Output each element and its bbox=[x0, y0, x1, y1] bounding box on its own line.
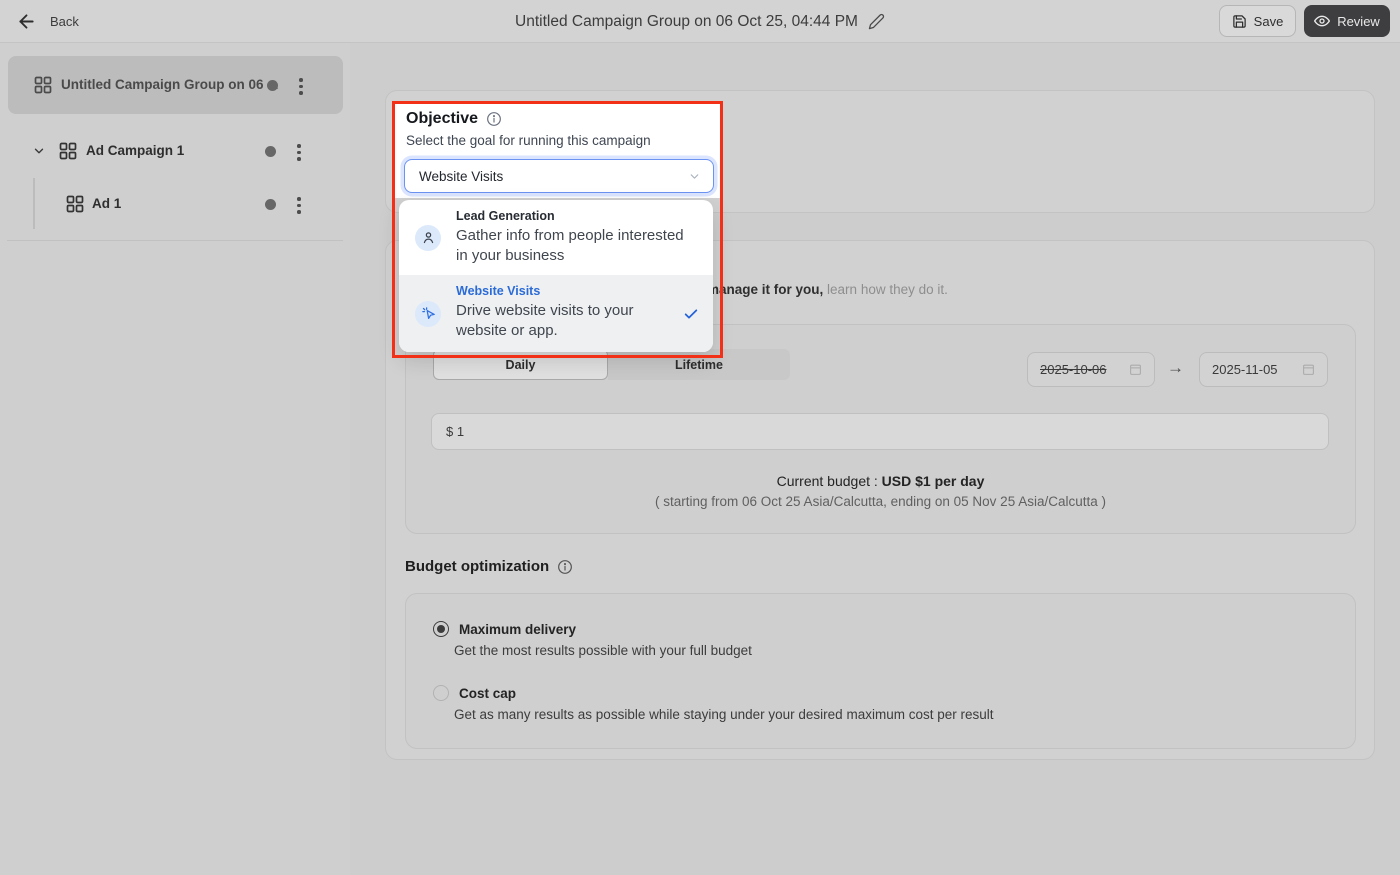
review-label: Review bbox=[1337, 14, 1380, 29]
radio-selected-icon bbox=[433, 621, 449, 637]
start-date-value: 2025-10-06 bbox=[1040, 362, 1107, 377]
end-date-field[interactable]: 2025-11-05 bbox=[1199, 352, 1328, 387]
budget-helper-text: manage it for you, learn how they do it. bbox=[707, 282, 948, 297]
objective-section: Objective Select the goal for running th… bbox=[395, 104, 721, 198]
sidebar-item-label: Ad Campaign 1 bbox=[86, 143, 184, 158]
tab-daily[interactable]: Daily bbox=[433, 349, 608, 380]
learn-how-link[interactable]: learn how they do it. bbox=[827, 282, 948, 297]
objective-select[interactable]: Website Visits bbox=[404, 159, 714, 193]
person-icon bbox=[415, 225, 441, 251]
end-date-value: 2025-11-05 bbox=[1212, 362, 1278, 377]
check-icon bbox=[683, 306, 699, 322]
radio-cost-cap[interactable]: Cost cap bbox=[433, 685, 516, 701]
cursor-icon bbox=[415, 301, 441, 327]
chevron-down-icon[interactable] bbox=[32, 144, 46, 158]
review-button[interactable]: Review bbox=[1304, 5, 1390, 37]
sidebar-item-label: Ad 1 bbox=[92, 196, 121, 211]
campaign-tree-sidebar: Untitled Campaign Group on 06 ... Ad Cam… bbox=[0, 43, 350, 875]
chevron-down-icon bbox=[688, 170, 701, 183]
sidebar-divider bbox=[7, 240, 343, 241]
grid-icon bbox=[66, 195, 84, 213]
eye-icon bbox=[1314, 13, 1330, 29]
save-button[interactable]: Save bbox=[1219, 5, 1296, 37]
current-budget-range: ( starting from 06 Oct 25 Asia/Calcutta,… bbox=[405, 494, 1356, 509]
option-title: Lead Generation bbox=[456, 209, 555, 223]
back-label: Back bbox=[50, 14, 79, 29]
radio-maximum-delivery[interactable]: Maximum delivery bbox=[433, 621, 576, 637]
radio-unselected-icon bbox=[433, 685, 449, 701]
budget-optimization-heading: Budget optimization bbox=[405, 558, 573, 575]
budget-optimization-panel: Maximum delivery Get the most results po… bbox=[405, 593, 1356, 749]
start-date-field[interactable]: 2025-10-06 bbox=[1027, 352, 1155, 387]
save-icon bbox=[1232, 14, 1247, 29]
kebab-menu-icon[interactable] bbox=[293, 193, 305, 218]
tab-lifetime[interactable]: Lifetime bbox=[608, 349, 790, 380]
top-bar: Back Untitled Campaign Group on 06 Oct 2… bbox=[0, 0, 1400, 43]
status-dot bbox=[265, 146, 276, 157]
objective-subtitle: Select the goal for running this campaig… bbox=[406, 133, 651, 148]
option-lead-generation[interactable]: Lead Generation Gather info from people … bbox=[399, 200, 713, 275]
current-budget-line: Current budget : USD $1 per day bbox=[405, 473, 1356, 489]
calendar-icon bbox=[1302, 363, 1315, 376]
radio-description: Get the most results possible with your … bbox=[454, 643, 752, 658]
budget-amount-input[interactable]: $ 1 bbox=[431, 413, 1329, 450]
calendar-icon bbox=[1129, 363, 1142, 376]
edit-pencil-icon[interactable] bbox=[868, 13, 885, 30]
sidebar-item-ad[interactable]: Ad 1 bbox=[0, 188, 350, 220]
grid-icon bbox=[59, 142, 77, 160]
option-title: Website Visits bbox=[456, 284, 540, 298]
kebab-menu-icon[interactable] bbox=[295, 74, 307, 99]
status-dot bbox=[265, 199, 276, 210]
back-arrow-icon bbox=[16, 11, 37, 32]
info-icon[interactable] bbox=[557, 559, 573, 575]
info-icon[interactable] bbox=[486, 111, 502, 127]
option-description: Gather info from people interested in yo… bbox=[456, 226, 688, 266]
grid-icon bbox=[34, 76, 52, 94]
status-dot bbox=[267, 80, 278, 91]
option-website-visits[interactable]: Website Visits Drive website visits to y… bbox=[399, 275, 713, 352]
sidebar-item-campaign-group[interactable]: Untitled Campaign Group on 06 ... bbox=[8, 56, 343, 114]
objective-heading: Objective bbox=[406, 110, 502, 128]
back-button[interactable]: Back bbox=[16, 0, 79, 43]
sidebar-item-label: Untitled Campaign Group on 06 ... bbox=[61, 77, 279, 92]
kebab-menu-icon[interactable] bbox=[293, 140, 305, 165]
date-range-arrow-icon: → bbox=[1167, 358, 1184, 378]
objective-select-value: Website Visits bbox=[419, 169, 503, 184]
budget-amount-value: $ 1 bbox=[446, 424, 464, 439]
page-title: Untitled Campaign Group on 06 Oct 25, 04… bbox=[515, 13, 858, 31]
radio-description: Get as many results as possible while st… bbox=[454, 707, 993, 722]
save-label: Save bbox=[1254, 14, 1284, 29]
objective-dropdown: Lead Generation Gather info from people … bbox=[399, 200, 713, 352]
option-description: Drive website visits to your website or … bbox=[456, 301, 688, 341]
sidebar-item-ad-campaign[interactable]: Ad Campaign 1 bbox=[0, 135, 350, 167]
